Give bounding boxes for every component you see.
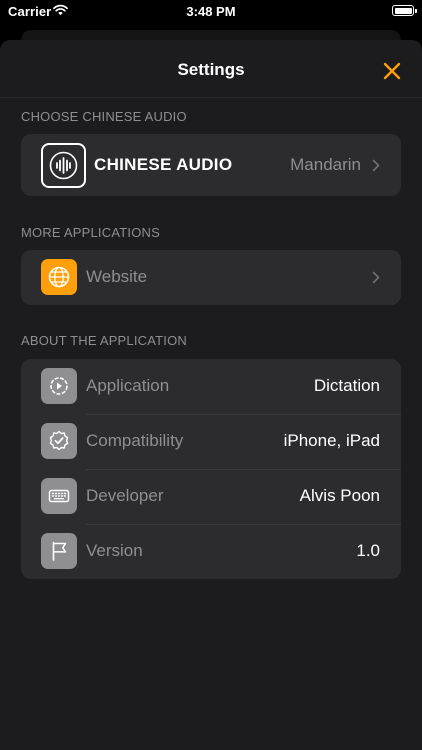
about-row-compatibility: Compatibility iPhone, iPad bbox=[21, 414, 401, 469]
about-group: Application Dictation Compatibility iPho… bbox=[21, 359, 401, 579]
flag-icon bbox=[41, 533, 77, 569]
about-row-developer: Developer Alvis Poon bbox=[21, 469, 401, 524]
about-value: Dictation bbox=[313, 376, 380, 395]
app-settings-icon bbox=[41, 368, 77, 404]
section-header-audio: CHOOSE CHINESE AUDIO bbox=[21, 109, 187, 124]
audio-language-value: Mandarin bbox=[290, 155, 361, 174]
audio-title: CHINESE AUDIO bbox=[94, 155, 233, 174]
about-row-application: Application Dictation bbox=[21, 359, 401, 414]
website-row[interactable]: Website bbox=[21, 250, 401, 305]
section-header-about: ABOUT THE APPLICATION bbox=[21, 333, 188, 348]
about-value: iPhone, iPad bbox=[283, 431, 380, 450]
about-label: Developer bbox=[86, 486, 164, 505]
chevron-right-icon bbox=[372, 271, 380, 284]
settings-sheet: Settings CHOOSE CHINESE AUDIO CHINESE AU… bbox=[0, 40, 422, 750]
chinese-audio-row[interactable]: CHINESE AUDIO Mandarin bbox=[21, 134, 401, 196]
page-title: Settings bbox=[177, 60, 245, 79]
status-time: 3:48 PM bbox=[186, 4, 236, 19]
globe-icon bbox=[41, 259, 77, 295]
close-button[interactable] bbox=[380, 59, 404, 83]
about-value: 1.0 bbox=[356, 541, 380, 560]
website-label: Website bbox=[86, 267, 148, 286]
chevron-right-icon bbox=[372, 159, 380, 172]
audio-waveform-icon bbox=[41, 143, 86, 188]
navigation-bar: Settings bbox=[0, 40, 422, 98]
battery-icon bbox=[392, 5, 417, 16]
about-label: Compatibility bbox=[86, 431, 184, 450]
about-row-version: Version 1.0 bbox=[21, 524, 401, 579]
section-header-more-apps: MORE APPLICATIONS bbox=[21, 225, 160, 240]
about-label: Version bbox=[86, 541, 143, 560]
about-label: Application bbox=[86, 376, 170, 395]
audio-group: CHINESE AUDIO Mandarin bbox=[21, 134, 401, 196]
checkmark-seal-icon bbox=[41, 423, 77, 459]
about-value: Alvis Poon bbox=[299, 486, 380, 505]
keyboard-icon bbox=[41, 478, 77, 514]
status-bar: Carrier 3:48 PM bbox=[0, 0, 422, 26]
more-apps-group: Website bbox=[21, 250, 401, 305]
